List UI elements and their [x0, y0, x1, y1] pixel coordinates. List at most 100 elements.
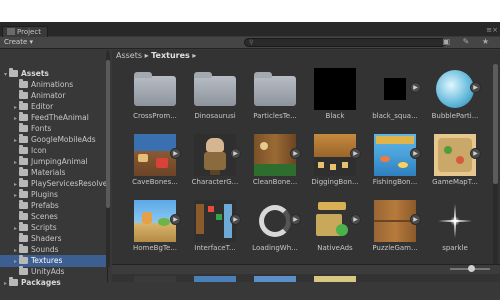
expand-subassets-icon[interactable]: ▶ [410, 148, 421, 159]
thumbnail-detail [156, 158, 168, 168]
sparkle-core [450, 216, 460, 226]
breadcrumb-textures[interactable]: Textures [151, 51, 190, 60]
tree-item-label: GoogleMobileAds [31, 135, 96, 144]
folder-icon [19, 233, 28, 242]
grid-scrollbar[interactable] [493, 64, 498, 264]
asset-item[interactable]: Black [306, 68, 364, 130]
asset-item[interactable]: ▶ CharacterG... [186, 134, 244, 196]
expand-subassets-icon[interactable]: ▶ [290, 148, 301, 159]
window-menu-icon[interactable]: ≡× [486, 26, 498, 34]
tree-item-packages[interactable]: ▸ Packages [0, 277, 108, 289]
asset-label: LoadingWh... [252, 244, 298, 252]
expand-subassets-icon[interactable]: ▶ [410, 214, 421, 225]
asset-item[interactable]: ▶ FishingBon... [366, 134, 424, 196]
asset-item[interactable]: ▶ CaveBones... [126, 134, 184, 196]
asset-item[interactable]: sparkle [426, 200, 484, 262]
folder-thumbnail [254, 68, 296, 110]
folder-icon [19, 112, 28, 121]
partial-thumbnail [254, 276, 296, 282]
asset-item[interactable]: ▶ DiggingBon... [306, 134, 364, 196]
expand-arrow-icon[interactable]: ▸ [2, 278, 9, 289]
folder-icon [19, 211, 28, 220]
folder-icon [19, 178, 28, 187]
expand-subassets-icon[interactable]: ▶ [230, 214, 241, 225]
folder-thumbnail [134, 68, 176, 110]
breadcrumb-separator-icon: ▸ [192, 51, 197, 60]
tree-item-label: Fonts [31, 124, 52, 133]
expand-subassets-icon[interactable]: ▶ [230, 148, 241, 159]
thumbnail-detail [380, 156, 390, 162]
search-icon: ⚲ [249, 39, 254, 46]
asset-label: sparkle [442, 244, 468, 252]
tree-item-label: Shaders [31, 234, 62, 243]
partial-thumbnail [194, 276, 236, 282]
asset-grid-panel: CrossProm... Dinosaurusi ParticlesTe... Bla… [112, 50, 500, 282]
expand-subassets-icon[interactable]: ▶ [170, 148, 181, 159]
asset-label: CrossProm... [133, 112, 177, 120]
asset-item[interactable]: ▶ CleanBone... [246, 134, 304, 196]
tree-item-label: Materials [31, 168, 66, 177]
slider-knob[interactable] [468, 265, 475, 272]
tree-item-label: Assets [21, 69, 49, 78]
expand-subassets-icon[interactable]: ▶ [350, 148, 361, 159]
expand-subassets-icon[interactable]: ▶ [470, 148, 481, 159]
expand-subassets-icon[interactable]: ▶ [170, 214, 181, 225]
asset-item[interactable]: Dinosaurusi [186, 68, 244, 130]
thumbnail-detail [142, 212, 152, 224]
folder-tree-panel: ▾ Assets Animations Animator ▸ Editor ▸ FeedThe… [0, 50, 108, 287]
folder-icon [19, 123, 28, 132]
folder-icon [19, 266, 28, 275]
folder-thumbnail [194, 68, 236, 110]
thumbnail-size-slider[interactable] [450, 265, 490, 272]
expand-subassets-icon[interactable]: ▶ [410, 82, 421, 93]
asset-label: PuzzleGam... [372, 244, 418, 252]
folder-icon [19, 79, 28, 88]
thumbnail-detail [330, 164, 336, 170]
thumbnail-detail [206, 138, 224, 152]
asset-item[interactable]: ▶ GameMapT... [426, 134, 484, 196]
tree-scrollbar[interactable] [106, 52, 110, 267]
tree-item-label: FeedTheAnimal [31, 113, 89, 122]
grid-scrollbar-thumb[interactable] [493, 64, 498, 184]
loading-ring-icon [259, 205, 291, 237]
folder-icon [19, 145, 28, 154]
asset-label: InterfaceT... [194, 244, 236, 252]
asset-item[interactable]: ▶ NativeAds [306, 200, 364, 262]
folder-icon [19, 244, 28, 253]
asset-label: CleanBone... [252, 178, 298, 186]
asset-label: CaveBones... [132, 178, 178, 186]
folder-icon [19, 255, 28, 264]
breadcrumb: Assets ▸ Textures ▸ [116, 50, 196, 62]
texture-thumbnail [434, 200, 476, 242]
asset-item[interactable]: CrossProm... [126, 68, 184, 130]
large-folder-icon [134, 72, 176, 106]
expand-subassets-icon[interactable]: ▶ [290, 214, 301, 225]
expand-subassets-icon[interactable]: ▶ [470, 82, 481, 93]
tree-scrollbar-thumb[interactable] [106, 60, 110, 208]
tree-item-label: Icon [31, 146, 47, 155]
search-input[interactable]: ⚲ [244, 38, 446, 47]
breadcrumb-assets[interactable]: Assets [116, 51, 142, 60]
toolbar-icons[interactable]: ▣ ✎ ★ [442, 37, 494, 46]
thumbnail-detail [444, 146, 452, 154]
asset-item[interactable]: ▶ HomeBgTe... [126, 200, 184, 262]
expand-subassets-icon[interactable]: ▶ [350, 214, 361, 225]
large-folder-icon [194, 72, 236, 106]
asset-label: ParticlesTe... [253, 112, 297, 120]
asset-item[interactable]: ▶ PuzzleGam... [366, 200, 424, 262]
asset-label: NativeAds [317, 244, 353, 252]
create-button[interactable]: Create ▾ [4, 38, 33, 46]
thumbnail-detail [210, 170, 220, 175]
thumbnail-detail [208, 206, 214, 212]
asset-item[interactable]: ▶ black_squa... [366, 68, 424, 130]
tree-item-label: UnityAds [31, 267, 65, 276]
tree-item-label: Textures [31, 256, 63, 265]
grid-bottom-bar [112, 264, 500, 274]
asset-item[interactable]: ▶ LoadingWh... [246, 200, 304, 262]
asset-item[interactable]: ▶ InterfaceT... [186, 200, 244, 262]
partial-thumbnail [314, 276, 356, 282]
partial-thumbnail [134, 276, 176, 282]
asset-label: Dinosaurusi [194, 112, 236, 120]
asset-item[interactable]: ParticlesTe... [246, 68, 304, 130]
asset-item[interactable]: ▶ BubbleParti... [426, 68, 484, 130]
